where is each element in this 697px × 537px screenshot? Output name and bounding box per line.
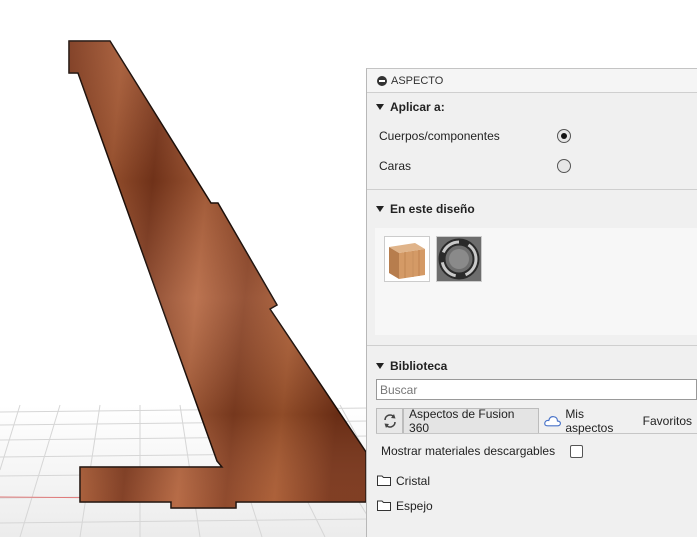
folder-icon xyxy=(377,500,391,511)
refresh-button[interactable] xyxy=(376,408,404,433)
collapse-icon[interactable] xyxy=(377,75,387,86)
apply-option-faces-label: Caras xyxy=(379,159,412,173)
tab-favorites-label: Favoritos xyxy=(642,413,692,428)
apply-option-bodies-radio[interactable] xyxy=(557,129,571,143)
cloud-icon xyxy=(544,415,561,426)
refresh-icon xyxy=(383,414,396,428)
appearance-panel: ASPECTO Aplicar a: Cuerpos/componentes C… xyxy=(366,68,697,537)
folder-item-label: Cristal xyxy=(396,473,431,488)
panel-header[interactable]: ASPECTO xyxy=(367,69,697,93)
metal-ring-icon[interactable] xyxy=(436,236,482,282)
folder-item-cristal[interactable]: Cristal xyxy=(367,468,697,493)
in-design-section-header[interactable]: En este diseño xyxy=(367,190,697,228)
show-downloadable-checkbox[interactable] xyxy=(570,444,584,458)
apply-option-faces-radio[interactable] xyxy=(557,159,571,173)
apply-option-bodies[interactable]: Cuerpos/componentes xyxy=(367,121,697,151)
collapse-triangle-icon[interactable] xyxy=(376,363,384,369)
library-tabs: Aspectos de Fusion 360 Mis aspectos Favo… xyxy=(376,406,697,435)
apply-section: Aplicar a: Cuerpos/componentes Caras xyxy=(367,93,697,190)
apply-section-header[interactable]: Aplicar a: xyxy=(367,93,697,121)
library-section-header[interactable]: Biblioteca xyxy=(367,353,697,379)
library-search-placeholder: Buscar xyxy=(380,382,418,397)
tab-my-appearances[interactable]: Mis aspectos xyxy=(539,406,638,435)
in-design-materials xyxy=(375,228,697,335)
collapse-triangle-icon[interactable] xyxy=(376,104,384,110)
apply-option-faces[interactable]: Caras xyxy=(367,151,697,181)
in-design-section-title: En este diseño xyxy=(390,202,475,216)
wood-cube-icon[interactable] xyxy=(384,236,430,282)
panel-title: ASPECTO xyxy=(391,74,444,87)
folder-item-espejo[interactable]: Espejo xyxy=(367,493,697,518)
collapse-triangle-icon[interactable] xyxy=(376,206,384,212)
apply-option-bodies-label: Cuerpos/componentes xyxy=(379,129,500,143)
tab-fusion-appearances-label: Aspectos de Fusion 360 xyxy=(409,407,515,435)
folder-icon xyxy=(377,475,391,486)
tab-favorites[interactable]: Favoritos xyxy=(638,408,697,433)
apply-section-title: Aplicar a: xyxy=(390,100,445,114)
library-section: Biblioteca Buscar Aspectos de Fusion 360 xyxy=(367,346,697,518)
tab-my-appearances-label: Mis aspectos xyxy=(565,406,614,435)
show-downloadable-label: Mostrar materiales descargables xyxy=(381,444,556,458)
folder-item-label: Espejo xyxy=(396,498,433,513)
in-design-section: En este diseño xyxy=(367,190,697,346)
show-downloadable-row[interactable]: Mostrar materiales descargables xyxy=(367,434,697,468)
library-section-title: Biblioteca xyxy=(390,359,448,373)
tab-fusion-appearances[interactable]: Aspectos de Fusion 360 xyxy=(403,407,540,435)
library-search-input[interactable]: Buscar xyxy=(376,379,697,400)
